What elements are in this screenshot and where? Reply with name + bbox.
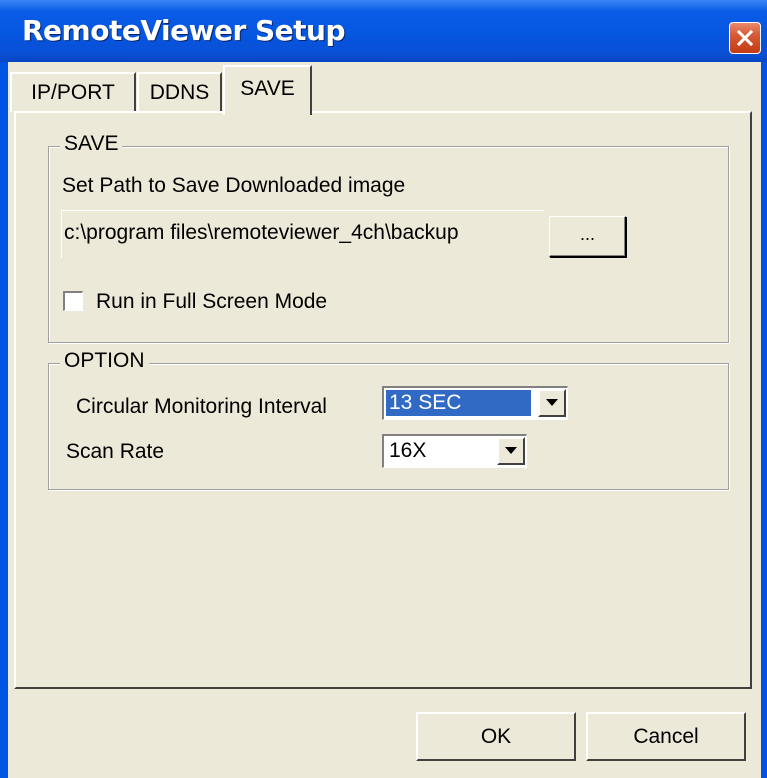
scan-rate-select-value: 16X (389, 439, 427, 462)
fullscreen-label[interactable]: Run in Full Screen Mode (96, 290, 327, 314)
option-group-legend: OPTION (60, 349, 149, 373)
close-button[interactable] (729, 22, 761, 54)
scan-rate-select[interactable]: 16X (382, 434, 527, 468)
window-title: RemoteViewer Setup (22, 14, 346, 47)
interval-select[interactable]: 13 SEC (382, 386, 568, 420)
save-path-field[interactable]: c:\program files\remoteviewer_4ch\backup (61, 210, 544, 258)
scan-rate-label: Scan Rate (66, 440, 165, 463)
close-icon (736, 29, 754, 47)
browse-button[interactable]: ... (549, 216, 626, 257)
save-path-label: Set Path to Save Downloaded image (62, 174, 406, 197)
interval-select-value: 13 SEC (386, 390, 531, 416)
cancel-button[interactable]: Cancel (586, 712, 746, 761)
tab-save[interactable]: SAVE (223, 65, 312, 115)
tab-ddns[interactable]: DDNS (137, 72, 222, 112)
chevron-down-icon (546, 399, 558, 406)
fullscreen-checkbox[interactable] (63, 291, 83, 311)
interval-label: Circular Monitoring Interval (76, 395, 327, 418)
scan-rate-dropdown-button[interactable] (497, 437, 525, 465)
ok-button[interactable]: OK (416, 712, 576, 761)
interval-dropdown-button[interactable] (538, 389, 566, 417)
title-bar[interactable]: RemoteViewer Setup (0, 0, 767, 62)
chevron-down-icon (505, 447, 517, 454)
tab-ip-port[interactable]: IP/PORT (10, 72, 136, 112)
option-group (48, 363, 729, 490)
save-group-legend: SAVE (60, 132, 123, 156)
